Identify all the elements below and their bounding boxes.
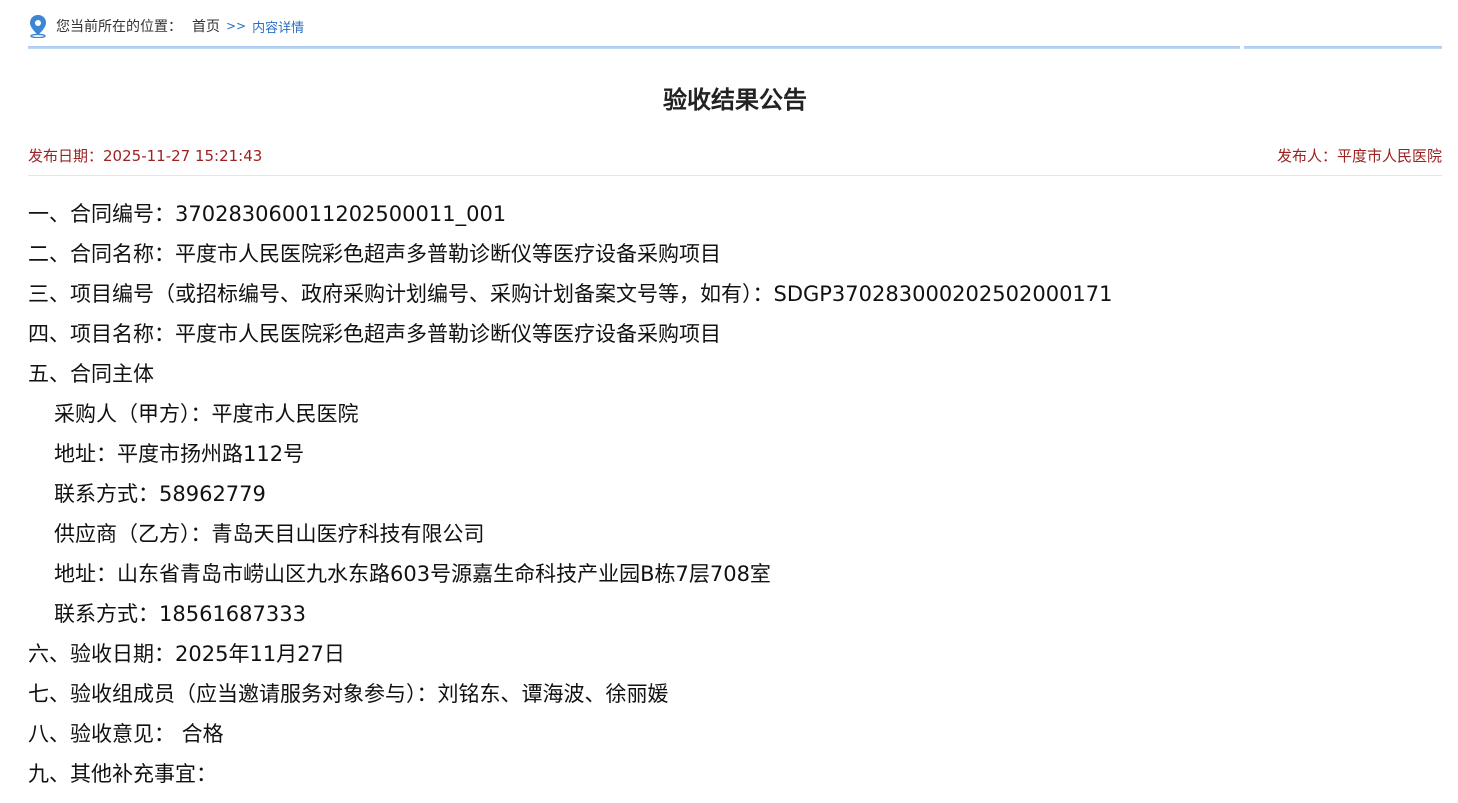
project-number: 三、项目编号（或招标编号、政府采购计划编号、采购计划备案文号等，如有）：SDGP… [28,282,1113,306]
contract-parties-heading: 五、合同主体 [28,362,154,386]
page-title: 验收结果公告 [663,86,807,114]
purchaser-address: 地址：平度市扬州路112号 [54,442,305,466]
breadcrumb: 您当前所在的位置： 首页 >> 内容详情 [28,12,304,40]
breadcrumb-separator: >> [226,19,247,33]
breadcrumb-label: 您当前所在的位置： [56,19,182,35]
supplier-address: 地址：山东省青岛市崂山区九水东路603号源嘉生命科技产业园B栋7层708室 [54,562,771,586]
publish-date-value: 2025-11-27 15:21:43 [103,147,263,165]
publish-date: 发布日期：2025-11-27 15:21:43 [28,145,262,166]
article-body: 一、合同编号：370283060011202500011_001 二、合同名称：… [28,196,1442,796]
acceptance-members: 七、验收组成员（应当邀请服务对象参与）：刘铭东、谭海波、徐丽媛 [28,682,669,706]
acceptance-opinion: 八、验收意见： 合格 [28,722,224,746]
other-matters: 九、其他补充事宜： [28,762,217,786]
meta-divider [28,175,1442,176]
publisher-value: 平度市人民医院 [1336,147,1442,165]
supplier: 供应商（乙方）：青岛天目山医疗科技有限公司 [54,522,485,546]
project-name: 四、项目名称：平度市人民医院彩色超声多普勒诊断仪等医疗设备采购项目 [28,322,721,346]
contract-name: 二、合同名称：平度市人民医院彩色超声多普勒诊断仪等医疗设备采购项目 [28,242,721,266]
header-divider [28,46,1442,49]
breadcrumb-home-link[interactable]: 首页 [192,16,220,36]
purchaser-contact: 联系方式：58962779 [54,482,266,506]
header-divider-gap [1240,46,1244,49]
breadcrumb-current[interactable]: 内容详情 [252,17,304,36]
publish-date-label: 发布日期： [28,147,104,165]
publisher-label: 发布人： [1276,147,1337,165]
purchaser: 采购人（甲方）：平度市人民医院 [54,402,359,426]
publisher: 发布人：平度市人民医院 [1277,145,1442,166]
acceptance-date: 六、验收日期：2025年11月27日 [28,642,345,666]
location-pin-icon [28,14,48,39]
contract-number: 一、合同编号：370283060011202500011_001 [28,202,507,226]
supplier-contact: 联系方式：18561687333 [54,602,306,626]
